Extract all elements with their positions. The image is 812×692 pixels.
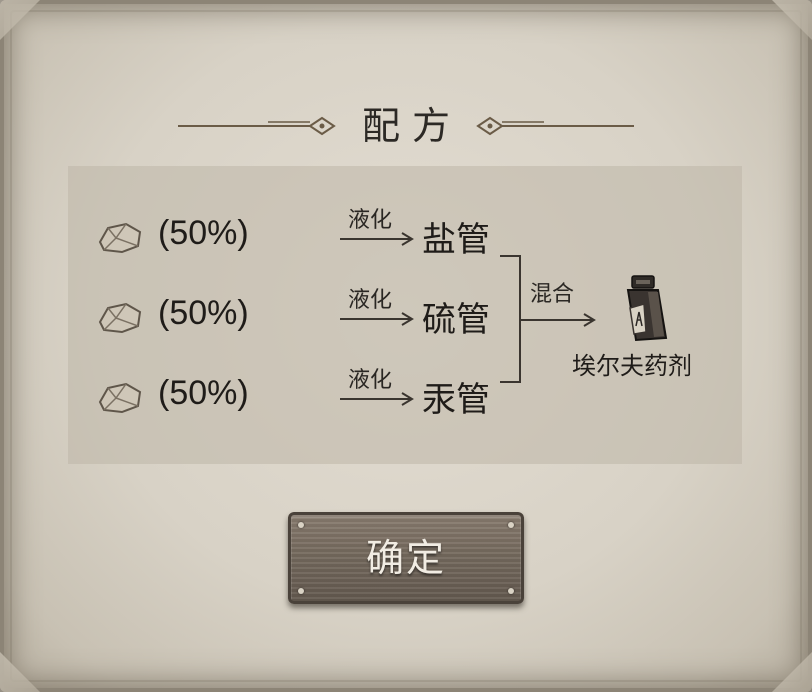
product-name: 汞管 [422,380,490,420]
potion-icon [626,275,668,342]
title-row: 配方 [0,96,812,156]
product-name: 硫管 [422,300,490,340]
product-name: 盐管 [422,220,490,260]
ingredient-chance: (50%) [158,214,249,252]
mix-label: 混合 [530,282,575,307]
corner-decoration [0,652,40,692]
ingredient-chance: (50%) [158,294,249,332]
result-name: 埃尔夫药剂 [572,352,692,380]
title-ornament-right-icon [476,116,634,136]
ore-icon [98,382,142,414]
recipe-diagram: (50%) 液化 盐管 (50%) 液化 硫管 (50%) 液化 汞管 混合 埃… [68,166,742,464]
confirm-button-label: 确定 [365,536,446,580]
corner-decoration [0,0,40,40]
arrow-right-icon [340,232,414,246]
arrow-right-icon [340,312,414,326]
dialog-title: 配方 [361,104,462,148]
ore-icon [98,222,142,254]
recipe-dialog: 配方 (50%) 液化 盐管 (50%) 液化 硫管 (50%) 液化 汞管 混… [0,0,812,692]
corner-decoration [772,0,812,40]
liquefy-label: 液化 [348,368,393,393]
confirm-button[interactable]: 确定 [288,512,524,604]
ingredient-chance: (50%) [158,374,249,412]
arrow-right-icon [340,392,414,406]
liquefy-label: 液化 [348,288,393,313]
liquefy-label: 液化 [348,208,393,233]
ore-icon [98,302,142,334]
corner-decoration [772,652,812,692]
